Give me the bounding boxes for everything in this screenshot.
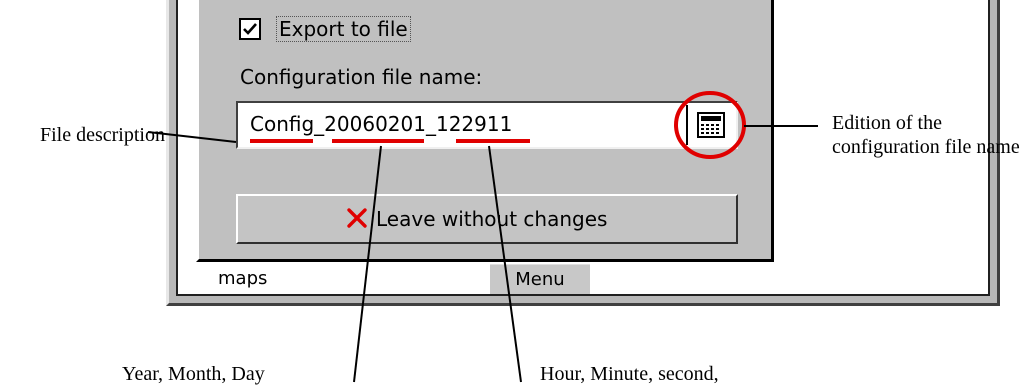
red-x-icon — [347, 208, 367, 228]
export-checkbox-label[interactable]: Export to file — [276, 16, 411, 42]
tab-maps[interactable]: maps — [218, 266, 267, 292]
config-file-name-label: Configuration file name: — [240, 65, 483, 89]
filename-sep: _ — [425, 112, 436, 136]
filename-time: 122911 — [435, 112, 513, 136]
filename-prefix: Config_ — [250, 112, 325, 136]
leave-without-changes-label[interactable]: Leave without changes — [376, 206, 607, 232]
config-file-name-value[interactable]: Config_20060201_122911 — [250, 111, 512, 137]
annotation-date-parts: Year, Month, Day — [122, 363, 265, 385]
annotation-edition: Edition of the configuration file name — [832, 112, 1020, 158]
export-checkbox[interactable] — [239, 18, 261, 40]
filename-date: 20060201 — [324, 112, 426, 136]
tab-menu[interactable]: Menu — [490, 264, 590, 294]
annotation-file-description: File description — [40, 124, 165, 146]
annotation-time-parts: Hour, Minute, second, — [540, 363, 719, 385]
calculator-icon[interactable] — [697, 112, 725, 138]
checkmark-icon — [243, 23, 257, 35]
input-divider — [686, 105, 688, 145]
